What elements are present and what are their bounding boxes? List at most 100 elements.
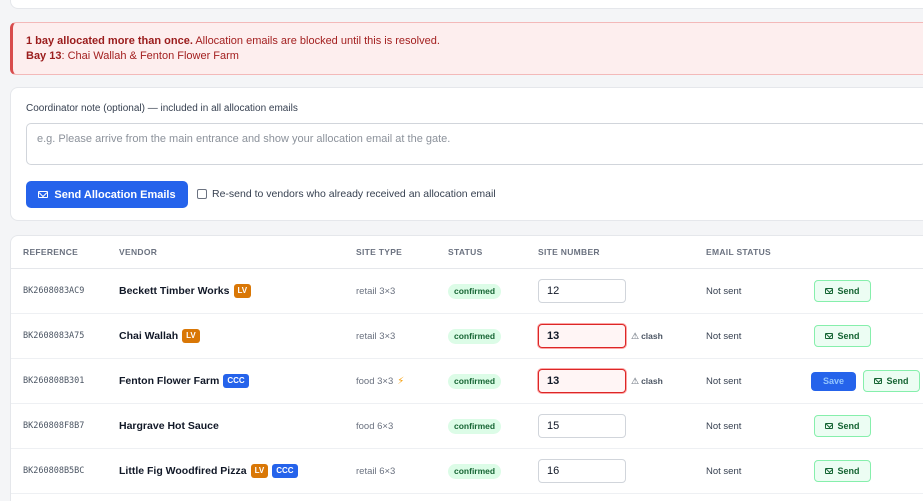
send-label: Send (837, 331, 860, 341)
alert-bay-detail: : Chai Wallah & Fenton Flower Farm (61, 50, 239, 62)
row-actions: Send (811, 404, 871, 448)
vendor-name: Chai Wallah (119, 330, 179, 342)
site-type: retail 3×3 (356, 330, 396, 342)
send-email-button[interactable]: Send (814, 280, 871, 302)
mail-icon (874, 378, 883, 384)
site-type-cell: retail 3×3 (356, 314, 395, 358)
site-type: food 6×3 (356, 420, 394, 432)
alert-message: Allocation emails are blocked until this… (192, 35, 440, 47)
vendor-cell: Hargrave Hot Sauce (119, 404, 219, 448)
booking-reference: BK260808F8B7 (23, 421, 85, 431)
send-allocation-emails-label: Send Allocation Emails (54, 188, 176, 201)
clash-label: clash (641, 376, 663, 386)
site-number-cell (538, 404, 626, 448)
send-email-button[interactable]: Send (814, 460, 871, 482)
column-header-site-number: Site Number (538, 247, 600, 257)
column-header-vendor: Vendor (119, 247, 158, 257)
site-type: food 3×3 (356, 375, 394, 387)
site-number-input[interactable] (538, 459, 626, 483)
site-type-cell: food 6×3 (356, 404, 393, 448)
vendor-name: Little Fig Woodfired Pizza (119, 465, 247, 477)
resend-checkbox[interactable] (197, 189, 207, 199)
warning-icon: ⚠ (631, 330, 640, 341)
status-cell: confirmed (448, 269, 502, 313)
column-header-email-status: Email Status (706, 247, 771, 257)
vendor-name: Fenton Flower Farm (119, 375, 220, 387)
save-button[interactable]: Save (811, 371, 856, 391)
email-status: Not sent (706, 465, 742, 477)
row-actions: Send (811, 314, 871, 358)
tag-ccc-badge: CCC (223, 374, 249, 388)
send-label: Send (837, 421, 860, 431)
status-cell: confirmed (448, 314, 502, 358)
send-label: Send (886, 376, 909, 386)
vendor-name: Beckett Timber Works (119, 285, 230, 297)
top-panel (10, 0, 923, 9)
vendor-cell: Little Fig Woodfired Pizza LV CCC (119, 449, 298, 493)
column-header-status: Status (448, 247, 483, 257)
email-status: Not sent (706, 285, 742, 297)
lightning-icon: ⚡ (397, 375, 405, 387)
resend-label: Re-send to vendors who already received … (212, 188, 496, 200)
mail-icon (38, 191, 49, 198)
coordinator-note-input[interactable] (26, 123, 923, 165)
send-label: Send (837, 466, 860, 476)
site-type-cell: retail 6×3 (356, 449, 395, 493)
status-cell: confirmed (448, 449, 502, 493)
status-cell: confirmed (448, 359, 502, 403)
table-row: BK2608083AC9 Beckett Timber Works LV retail… (11, 269, 923, 314)
site-number-cell: ⚠clash (538, 314, 663, 358)
vendor-cell: Chai Wallah LV (119, 314, 200, 358)
send-allocation-emails-button[interactable]: Send Allocation Emails (26, 181, 188, 208)
email-status: Not sent (706, 420, 742, 432)
site-number-input[interactable] (538, 414, 626, 438)
status-badge: confirmed (448, 328, 502, 344)
alert-headline: 1 bay allocated more than once. (26, 35, 193, 47)
column-header-reference: Reference (23, 247, 79, 257)
site-number-input[interactable] (538, 279, 626, 303)
mail-icon (825, 468, 834, 474)
alert-line-1: 1 bay allocated more than once. Allocati… (26, 34, 923, 49)
site-number-cell (538, 449, 626, 493)
mail-icon (825, 423, 834, 429)
status-badge: confirmed (448, 283, 502, 299)
tag-lv-badge: LV (250, 464, 269, 478)
site-type-cell: retail 3×3 (356, 269, 395, 313)
site-number-input[interactable] (538, 369, 626, 393)
coordinator-note-label: Coordinator note (optional) — included i… (26, 103, 298, 114)
table-row: BK260808F8B7 Hargrave Hot Sauce food 6×3 co… (11, 404, 923, 449)
mail-icon (825, 288, 834, 294)
site-type: retail 3×3 (356, 285, 396, 297)
site-number-input[interactable] (538, 324, 626, 348)
send-label: Send (837, 286, 860, 296)
status-badge: confirmed (448, 373, 502, 389)
booking-reference: BK260808B301 (23, 376, 85, 386)
booking-reference: BK2608083A75 (23, 331, 85, 341)
tag-ccc-badge: CCC (272, 464, 298, 478)
email-status: Not sent (706, 375, 742, 387)
tag-lv-badge: LV (182, 329, 200, 343)
send-email-button[interactable]: Send (814, 325, 871, 347)
send-email-button[interactable]: Send (863, 370, 920, 392)
resend-option[interactable]: Re-send to vendors who already received … (197, 188, 496, 200)
booking-reference: BK260808B5BC (23, 466, 85, 476)
vendor-cell: Fenton Flower Farm CCC (119, 359, 249, 403)
booking-reference: BK2608083AC9 (23, 286, 85, 296)
allocation-clash-alert: 1 bay allocated more than once. Allocati… (10, 22, 923, 75)
allocation-email-panel: Coordinator note (optional) — included i… (10, 87, 923, 221)
row-actions: Save Send (811, 359, 920, 403)
alert-line-2: Bay 13: Chai Wallah & Fenton Flower Farm (26, 49, 923, 64)
clash-indicator: ⚠ clash (631, 376, 663, 387)
alert-bay-label: Bay 13 (26, 50, 62, 62)
table-row: BK2608083A75 Chai Wallah LV retail 3×3 confi… (11, 314, 923, 359)
warning-icon: ⚠ (631, 375, 640, 386)
site-number-cell (538, 269, 626, 313)
status-cell: confirmed (448, 404, 502, 448)
email-status: Not sent (706, 330, 742, 342)
site-number-cell: ⚠clash (538, 359, 663, 403)
vendor-allocation-table: Reference Vendor Site Type Status Site N… (10, 235, 923, 501)
send-email-button[interactable]: Send (814, 415, 871, 437)
site-type: retail 6×3 (356, 465, 396, 477)
clash-label: clash (641, 331, 663, 341)
tag-lv-badge: LV (233, 284, 252, 298)
